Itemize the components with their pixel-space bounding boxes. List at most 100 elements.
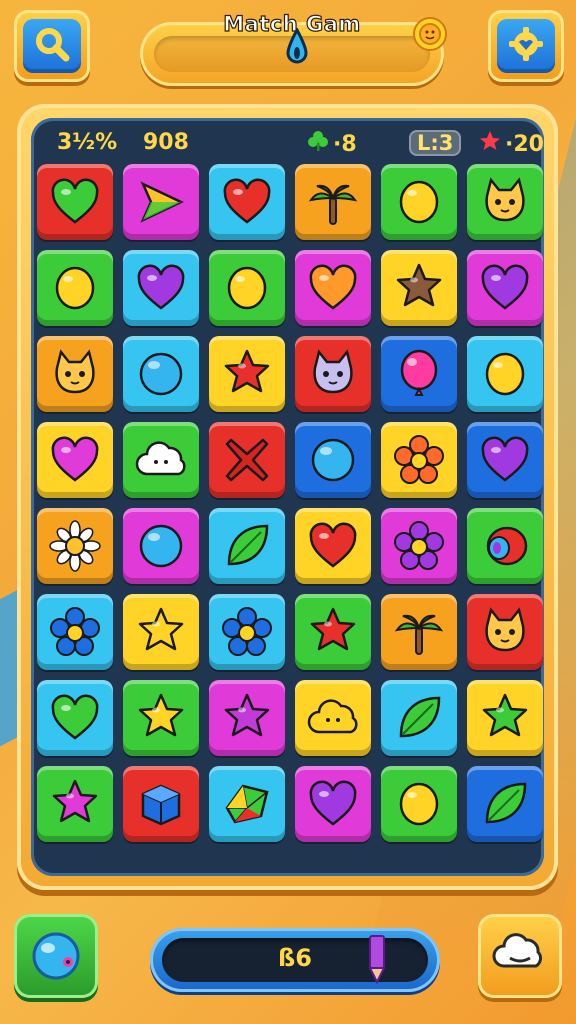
tile-leaf[interactable] <box>381 680 457 756</box>
star-icon <box>482 693 528 737</box>
pencil-icon <box>364 934 390 988</box>
donut-icon <box>486 526 528 566</box>
tile-heart[interactable] <box>295 766 371 842</box>
settings-gear-icon <box>506 24 546 68</box>
sun-icon <box>410 14 450 58</box>
lemon-icon <box>399 180 439 224</box>
tile-cat[interactable] <box>37 336 113 412</box>
cat-icon <box>55 349 95 394</box>
tile-palm[interactable] <box>295 164 371 240</box>
tile-cloud[interactable] <box>123 422 199 498</box>
tile-cloud[interactable] <box>295 680 371 756</box>
tile-heart[interactable] <box>37 680 113 756</box>
clover-icon <box>307 130 329 158</box>
tile-star[interactable] <box>123 594 199 670</box>
booster-button[interactable] <box>14 914 98 998</box>
tile-flower[interactable] <box>37 594 113 670</box>
water-drop-icon <box>286 26 308 68</box>
lemon-icon <box>227 266 267 310</box>
cat-icon <box>313 349 353 394</box>
tile-leaf[interactable] <box>467 766 543 842</box>
tile-lemon[interactable] <box>37 250 113 326</box>
bubble-icon <box>139 524 183 568</box>
star-icon <box>52 779 98 823</box>
tile-heart[interactable] <box>467 250 543 326</box>
star-icon <box>138 607 184 651</box>
tile-flower[interactable] <box>381 508 457 584</box>
tile-star[interactable] <box>295 594 371 670</box>
leaf-icon <box>399 696 441 738</box>
lemon-icon <box>399 782 439 826</box>
tile-bubble[interactable] <box>123 508 199 584</box>
cube-icon <box>141 784 181 826</box>
tile-star[interactable] <box>381 250 457 326</box>
tile-heart[interactable] <box>295 250 371 326</box>
tile-daisy[interactable] <box>37 508 113 584</box>
level-indicator: L:3 <box>409 130 462 156</box>
score-stat: 908 <box>143 130 189 155</box>
cloud-button[interactable] <box>478 914 562 998</box>
tile-star[interactable] <box>37 766 113 842</box>
tile-heart[interactable] <box>467 422 543 498</box>
heart-icon <box>51 436 99 482</box>
tile-gem[interactable] <box>209 766 285 842</box>
tile-lemon[interactable] <box>381 164 457 240</box>
heart-icon <box>309 264 357 310</box>
percent-stat: 3½% <box>57 130 118 155</box>
stats-bar: 3½% 908 ·8 L:3 ·20 <box>45 126 544 162</box>
tile-cat[interactable] <box>467 164 543 240</box>
tile-palm[interactable] <box>381 594 457 670</box>
heart-icon <box>51 694 99 740</box>
tile-lemon[interactable] <box>467 336 543 412</box>
tile-balloon[interactable] <box>381 336 457 412</box>
palm-icon <box>394 614 444 655</box>
tile-heart[interactable] <box>295 508 371 584</box>
tile-flower[interactable] <box>381 422 457 498</box>
tile-star[interactable] <box>123 680 199 756</box>
heart-icon <box>309 522 357 568</box>
tile-cube[interactable] <box>123 766 199 842</box>
flower-icon <box>394 521 444 570</box>
heart-icon <box>309 780 357 826</box>
cloud-icon <box>490 926 550 986</box>
game-board: 3½% 908 ·8 L:3 ·20 <box>17 104 558 890</box>
heart-icon <box>51 178 99 224</box>
tile-donut[interactable] <box>467 508 543 584</box>
cat-icon <box>485 177 525 222</box>
flower-icon <box>50 607 100 656</box>
search-button[interactable] <box>14 10 90 82</box>
clover-count: ·8 <box>333 131 357 157</box>
tile-heart[interactable] <box>37 164 113 240</box>
tile-bubble[interactable] <box>295 422 371 498</box>
tile-arrow[interactable] <box>123 164 199 240</box>
tile-star[interactable] <box>209 680 285 756</box>
tile-star[interactable] <box>467 680 543 756</box>
flower-icon <box>394 435 444 484</box>
bubble-icon <box>139 352 183 396</box>
tile-cat[interactable] <box>295 336 371 412</box>
settings-button[interactable] <box>488 10 564 82</box>
leaf-icon <box>227 524 269 566</box>
star-count: ·20 <box>505 131 544 157</box>
tile-leaf[interactable] <box>209 508 285 584</box>
tile-lemon[interactable] <box>381 766 457 842</box>
heart-icon <box>137 264 185 310</box>
tile-heart[interactable] <box>123 250 199 326</box>
gem-icon <box>225 784 269 824</box>
tile-heart[interactable] <box>209 164 285 240</box>
cross-icon <box>225 438 269 482</box>
title-bar: Match Gam <box>140 11 447 86</box>
tile-cat[interactable] <box>467 594 543 670</box>
tile-star[interactable] <box>209 336 285 412</box>
tile-cross[interactable] <box>209 422 285 498</box>
booster-orb-icon <box>26 924 86 988</box>
star-icon <box>310 607 356 651</box>
tile-bubble[interactable] <box>123 336 199 412</box>
cat-icon <box>485 607 525 652</box>
tile-flower[interactable] <box>209 594 285 670</box>
balloon-icon <box>400 349 438 396</box>
star-icon <box>479 130 501 158</box>
tile-heart[interactable] <box>37 422 113 498</box>
tile-lemon[interactable] <box>209 250 285 326</box>
lemon-icon <box>55 266 95 310</box>
